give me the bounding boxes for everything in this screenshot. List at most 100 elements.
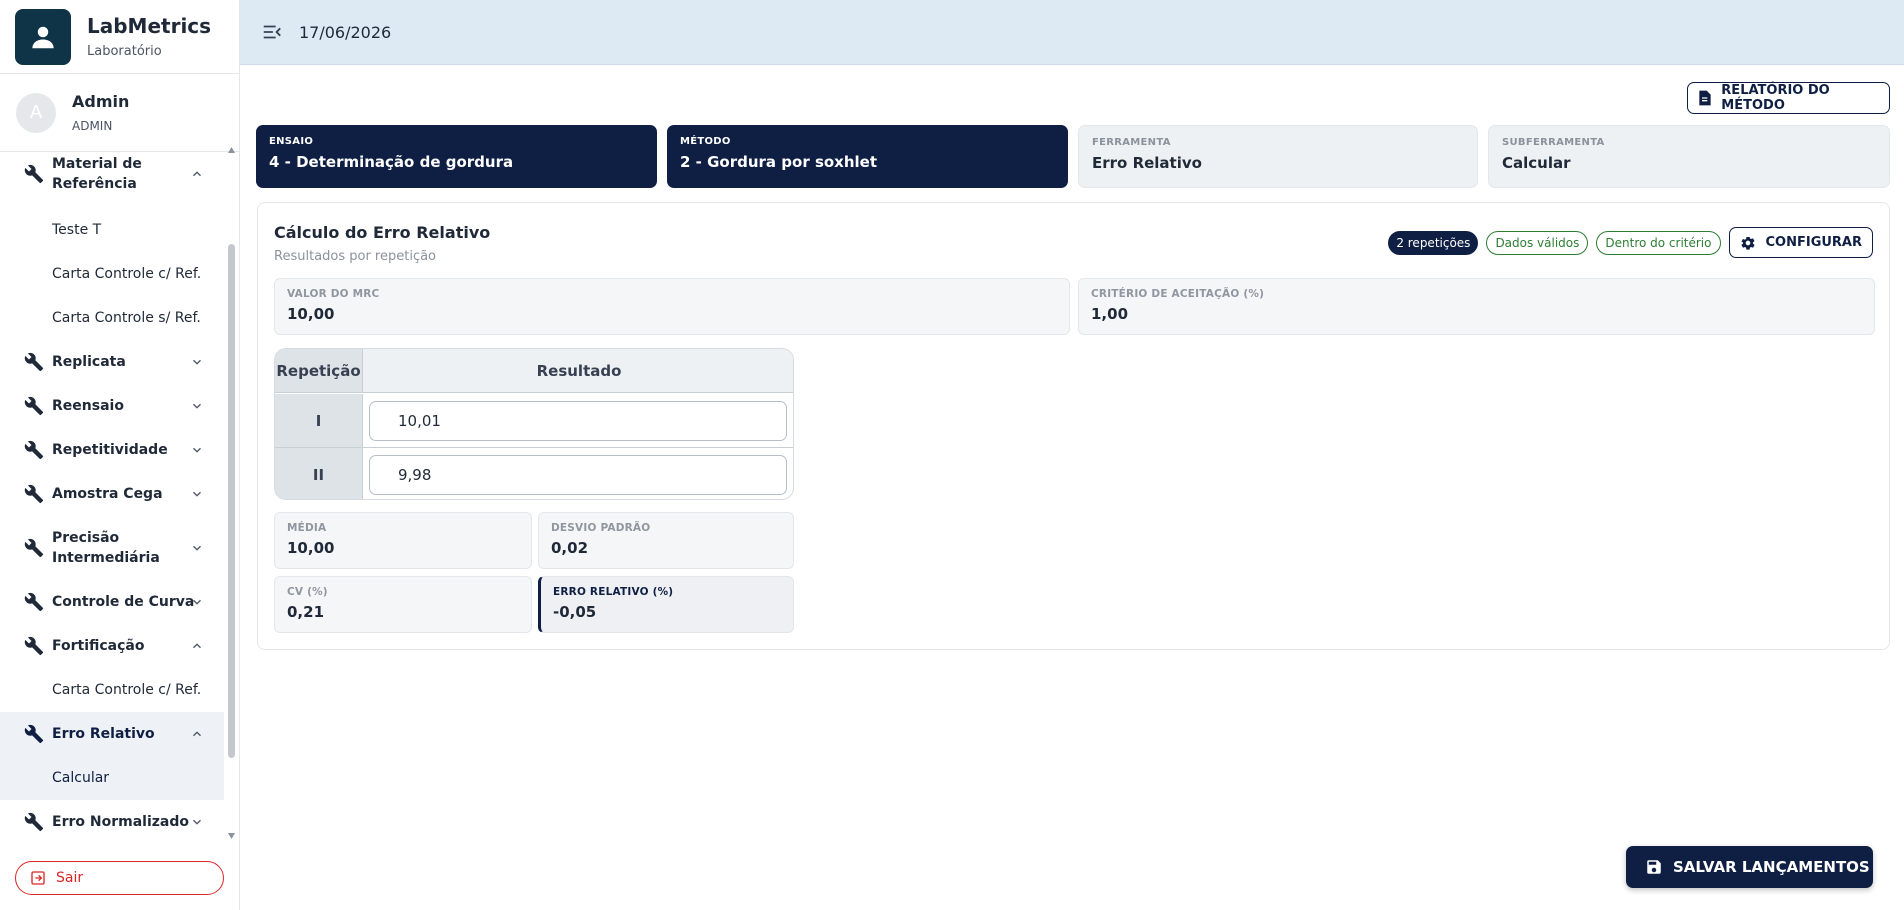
sidebar-scrollbar[interactable] [225,146,237,842]
sidebar-subitem-label: Teste T [52,222,102,238]
context-metodo: MÉTODO 2 - Gordura por soxhlet [667,125,1068,188]
wrench-icon [24,812,44,832]
sidebar-item-repetitividade[interactable]: Repetitividade [0,428,224,472]
sidebar-item-label: Erro Relativo [52,726,155,742]
mrc-value: 10,00 [287,305,335,323]
user-name: Admin [72,92,130,111]
sidebar-item-label: Repetitividade [52,442,168,458]
scroll-thumb[interactable] [228,244,235,758]
sidebar-item-label: Replicata [52,354,126,370]
chevron-up-icon [193,643,201,649]
criterion-value: 1,00 [1091,305,1129,323]
sidebar-item-label: Erro Normalizado [52,814,189,830]
mrc-key: VALOR DO MRC [287,288,380,300]
sidebar-item-controle-de-curva[interactable]: Controle de Curva [0,580,224,624]
context-ensaio-value: 4 - Determinação de gordura [269,153,514,171]
sidebar-item-label: Precisão Intermediária [52,530,160,566]
logout-button[interactable]: Sair [15,861,224,895]
sidebar-item-material-de-referencia[interactable]: Material de Referência [0,152,224,196]
mean-key: MÉDIA [287,522,327,534]
wrench-icon [24,440,44,460]
wrench-icon [24,484,44,504]
user-logo-icon [15,8,71,65]
sidebar-subitem-label: Calcular [52,770,110,786]
app-title: LabMetrics [87,14,212,38]
report-button-label: RELATÓRIO DO MÉTODO [1721,83,1830,113]
wrench-icon [24,592,44,612]
sidebar-subitem-calcular[interactable]: Calcular [0,756,224,800]
sidebar-item-precisao-intermediaria[interactable]: Precisão Intermediária [0,516,224,580]
sidebar-item-replicata[interactable]: Replicata [0,340,224,384]
relative-error-key: ERRO RELATIVO (%) [553,586,674,598]
wrench-icon [24,724,44,744]
result-input-1[interactable] [369,400,787,441]
table-row [363,394,793,447]
cv-value: 0,21 [287,603,325,621]
std-dev-key: DESVIO PADRÃO [551,522,651,534]
criterion-key: CRITÉRIO DE ACEITAÇÃO (%) [1091,288,1265,300]
save-button[interactable]: SALVAR LANÇAMENTOS [1626,846,1873,888]
logout-icon [31,871,45,885]
status-badges: 2 repetições Dados válidos Dentro do cri… [1388,227,1873,258]
sidebar-item-label: Reensaio [52,398,124,414]
context-ferramenta: FERRAMENTA Erro Relativo [1078,125,1478,188]
table-row [363,448,793,499]
context-ensaio: ENSAIO 4 - Determinação de gordura [256,125,657,188]
sidebar-item-reensaio[interactable]: Reensaio [0,384,224,428]
std-dev-box: DESVIO PADRÃO 0,02 [538,512,794,569]
context-subferramenta: SUBFERRAMENTA Calcular [1488,125,1890,188]
sidebar-item-fortificacao[interactable]: Fortificação [0,624,224,668]
sidebar-subitem-teste-t[interactable]: Teste T [0,208,224,252]
sidebar-nav: Material de Referência Teste T Carta Con… [0,152,224,842]
sidebar-subitem-label: Carta Controle c/ Ref. [52,266,202,282]
mrc-value-box: VALOR DO MRC 10,00 [274,278,1070,335]
scroll-up-arrow-icon[interactable] [227,146,236,154]
menu-collapse-icon[interactable] [261,21,283,43]
gear-icon [1741,236,1754,250]
card-subtitle: Resultados por repetição [274,249,437,264]
context-ensaio-key: ENSAIO [269,136,314,147]
column-header-repeticao: Repetição [275,349,363,393]
configure-label: CONFIGURAR [1765,235,1863,250]
header-date: 17/06/2026 [299,22,392,42]
results-table: Repetição Resultado I II [274,348,794,500]
result-input-2[interactable] [369,454,787,495]
sidebar-item-amostra-cega[interactable]: Amostra Cega [0,472,224,516]
logout-label: Sair [56,870,84,886]
wrench-icon [24,352,44,372]
user-role: ADMIN [72,119,113,133]
context-ferramenta-value: Erro Relativo [1092,154,1202,172]
mean-value: 10,00 [287,539,335,557]
save-icon [1647,860,1661,874]
sidebar-item-label: Controle de Curva [52,594,195,610]
chevron-up-icon [193,731,201,737]
context-metodo-key: MÉTODO [680,136,731,147]
chevron-down-icon [193,599,201,605]
configure-button[interactable]: CONFIGURAR [1728,227,1873,258]
criterion-value-box: CRITÉRIO DE ACEITAÇÃO (%) 1,00 [1078,278,1875,335]
brand: LabMetrics Laboratório [0,0,239,74]
context-subferramenta-key: SUBFERRAMENTA [1502,137,1605,148]
scroll-down-arrow-icon[interactable] [227,832,236,840]
sidebar-subitem-carta-controle-c-ref[interactable]: Carta Controle c/ Ref. [0,252,224,296]
column-header-resultado: Resultado [363,349,793,393]
sidebar-item-erro-normalizado[interactable]: Erro Normalizado [0,800,224,842]
mean-box: MÉDIA 10,00 [274,512,532,569]
relative-error-value: -0,05 [553,603,597,621]
sidebar-subitem-label: Carta Controle c/ Ref. [52,682,202,698]
criterion-badge: Dentro do critério [1596,230,1721,255]
cv-key: CV (%) [287,586,328,598]
sidebar-item-erro-relativo[interactable]: Erro Relativo [0,712,224,756]
sidebar-item-label: Material de Referência [52,156,142,192]
chevron-down-icon [193,359,201,365]
sidebar-subitem-carta-controle-c-ref-fortificacao[interactable]: Carta Controle c/ Ref. [0,668,224,712]
wrench-icon [24,538,44,558]
report-button[interactable]: RELATÓRIO DO MÉTODO [1687,82,1890,114]
repetitions-badge: 2 repetições [1388,230,1479,255]
sidebar-subitem-carta-controle-s-ref[interactable]: Carta Controle s/ Ref. [0,296,224,340]
wrench-icon [24,396,44,416]
row-label-2: II [275,448,363,499]
wrench-icon [24,636,44,656]
app-subtitle: Laboratório [87,44,162,59]
chevron-down-icon [193,447,201,453]
